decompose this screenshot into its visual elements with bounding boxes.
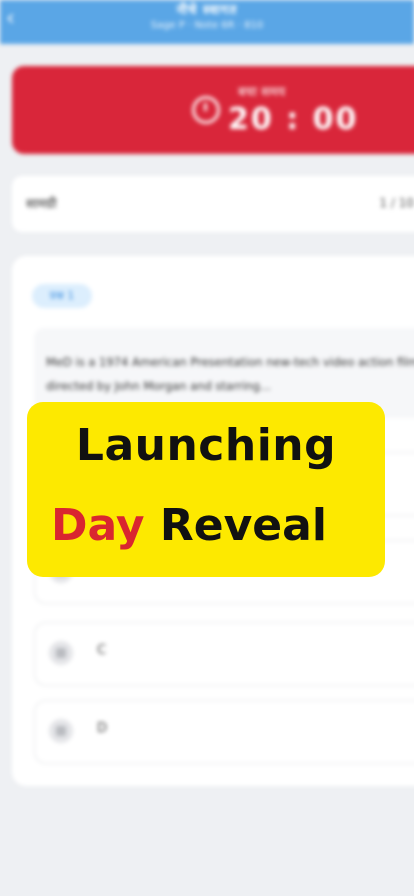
reveal-title-line1: Launching [75, 420, 337, 471]
info-row: सामग्री 1 / 10 [12, 176, 414, 232]
reveal-word: Reveal [159, 500, 327, 551]
reveal-accent-word: Day [51, 500, 145, 551]
reveal-title-line2: Day Reveal [51, 500, 327, 551]
question-text: MeD is a 1974 American Presentation new-… [46, 355, 414, 393]
question-tag: प्रश्न 1 [32, 284, 92, 308]
option-radio [49, 719, 73, 743]
header-subtitle: Sage P · Note 6R · 810 [150, 20, 264, 31]
option-d[interactable]: D [34, 700, 414, 764]
option-label: D [97, 721, 108, 736]
quiz-screen: ‹ नीचे स्वागत Sage P · Note 6R · 810 बचा… [0, 0, 414, 896]
option-radio [49, 641, 73, 665]
launch-reveal-banner: Launching Day Reveal [27, 402, 385, 577]
option-d-icon [56, 726, 66, 736]
timer-banner: बचा समय 20 : 00 [12, 66, 414, 154]
option-label: C [97, 643, 107, 658]
app-header: ‹ नीचे स्वागत Sage P · Note 6R · 810 [0, 0, 414, 44]
timer-value: 20 : 00 [228, 102, 359, 137]
info-left-text: सामग्री [26, 197, 57, 212]
option-c[interactable]: C [34, 622, 414, 686]
header-title: नीचे स्वागत [176, 3, 238, 18]
option-c-icon [56, 648, 66, 658]
clock-icon [192, 96, 220, 124]
timer-label: बचा समय [238, 85, 286, 100]
question-counter: 1 / 10 [379, 196, 414, 210]
